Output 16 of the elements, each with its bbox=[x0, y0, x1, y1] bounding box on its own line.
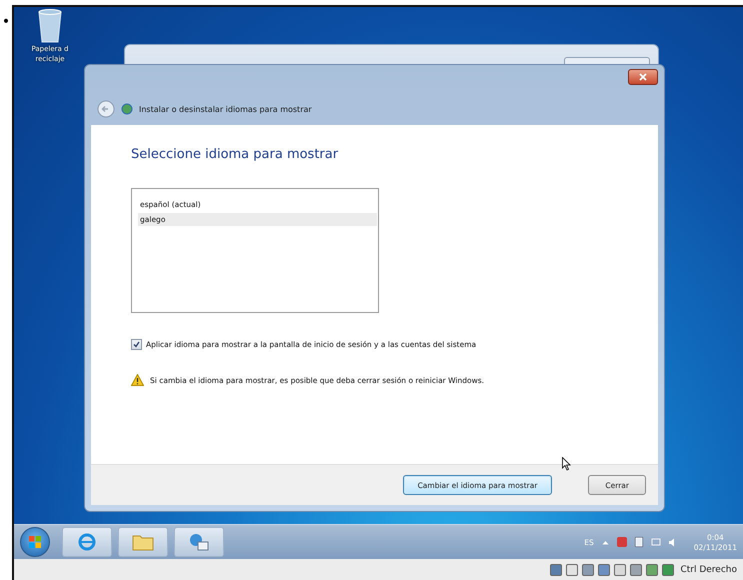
start-button[interactable] bbox=[20, 527, 50, 557]
folder-icon bbox=[132, 533, 154, 551]
windows-logo-icon bbox=[28, 535, 42, 549]
warning-icon bbox=[131, 374, 144, 386]
recycle-bin-icon[interactable] bbox=[37, 9, 63, 43]
breadcrumb-text[interactable]: Instalar o desinstalar idiomas para mostrar bbox=[139, 104, 312, 114]
control-panel-taskbar-button[interactable] bbox=[174, 527, 224, 557]
list-bullet: • bbox=[2, 15, 10, 32]
checkbox[interactable] bbox=[131, 339, 142, 350]
close-button[interactable] bbox=[628, 69, 658, 85]
browser-icon bbox=[77, 532, 97, 552]
globe-window-icon bbox=[188, 532, 210, 552]
browser-taskbar-button[interactable] bbox=[62, 527, 112, 557]
close-icon bbox=[639, 73, 647, 81]
host-key-text: Ctrl Derecho bbox=[680, 564, 737, 574]
page-heading: Seleccione idioma para mostrar bbox=[131, 147, 340, 162]
